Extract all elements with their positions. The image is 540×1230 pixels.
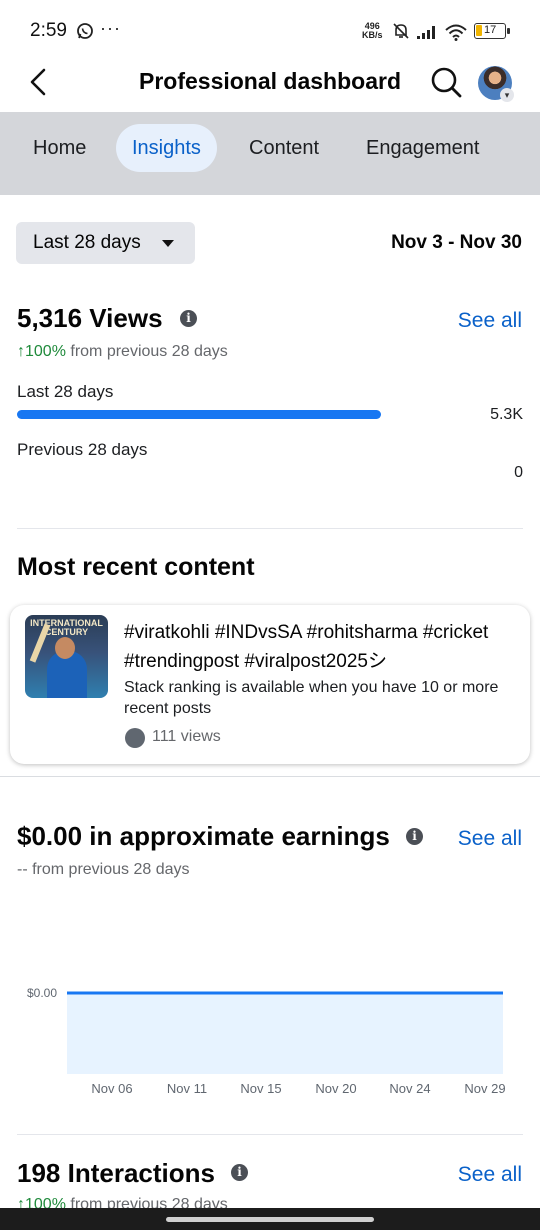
tab-content[interactable]: Content [249,124,319,172]
tab-home[interactable]: Home [33,124,86,172]
mute-bell-icon [393,23,409,39]
post-views: 111 views [152,728,221,745]
x-tick-label: Nov 06 [91,1081,133,1096]
chevron-down-icon[interactable]: ▾ [500,88,514,102]
previous-period-label: Previous 28 days [17,440,148,459]
caret-down-icon [162,240,174,247]
divider [0,776,540,777]
earnings-chart [67,991,503,1074]
views-title: 5,316 Views [17,303,163,333]
info-icon[interactable]: i [231,1164,248,1181]
earnings-change: -- from previous 28 days [17,861,190,878]
tab-bar: Home Insights Content Engagement [0,112,540,195]
network-speed: 496 KB/s [362,21,383,40]
divider [17,1134,523,1135]
interactions-title: 198 Interactions [17,1158,215,1188]
post-description: Stack ranking is available when you have… [124,679,499,717]
recent-content-heading: Most recent content [17,553,255,581]
battery-icon: 17 [474,23,510,39]
home-indicator[interactable] [166,1217,374,1222]
date-range-dropdown[interactable]: Last 28 days [16,222,195,264]
x-tick-label: Nov 20 [315,1081,357,1096]
current-period-bar [17,410,381,419]
status-bar: 2:59 ··· 496 KB/s 17 [0,0,540,56]
more-notifications-icon: ··· [100,18,121,38]
post-title: #viratkohli #INDvsSA #rohitsharma #crick… [124,622,489,672]
previous-period-value: 0 [514,464,523,481]
x-tick-label: Nov 11 [166,1081,208,1096]
recent-post-card[interactable]: INTERNATIONAL CENTURY #viratkohli #INDvs… [10,605,530,764]
divider [17,528,523,529]
interactions-see-all-link[interactable]: See all [458,1163,522,1187]
current-period-label: Last 28 days [17,382,114,401]
info-icon[interactable]: i [406,828,423,845]
views-change: ↑100% from previous 28 days [17,343,228,360]
signal-icon [417,26,435,39]
earnings-see-all-link[interactable]: See all [458,827,522,851]
info-icon[interactable]: i [180,310,197,327]
tab-engagement[interactable]: Engagement [366,124,479,172]
date-range-selected: Last 28 days [33,232,141,253]
earnings-area [67,993,503,1074]
earnings-title: $0.00 in approximate earnings [17,821,390,851]
views-icon [125,728,145,748]
x-tick-label: Nov 24 [389,1081,431,1096]
date-range-text: Nov 3 - Nov 30 [391,232,522,253]
whatsapp-icon [77,23,93,39]
views-see-all-link[interactable]: See all [458,309,522,333]
tab-insights[interactable]: Insights [116,124,217,172]
search-icon[interactable] [428,64,464,100]
current-period-value: 5.3K [490,406,523,423]
post-thumbnail: INTERNATIONAL CENTURY [25,615,108,698]
x-tick-label: Nov 15 [240,1081,282,1096]
up-arrow-icon: ↑ [17,343,25,360]
status-time: 2:59 [30,20,67,41]
x-tick-label: Nov 29 [464,1081,506,1096]
wifi-icon [445,24,467,41]
